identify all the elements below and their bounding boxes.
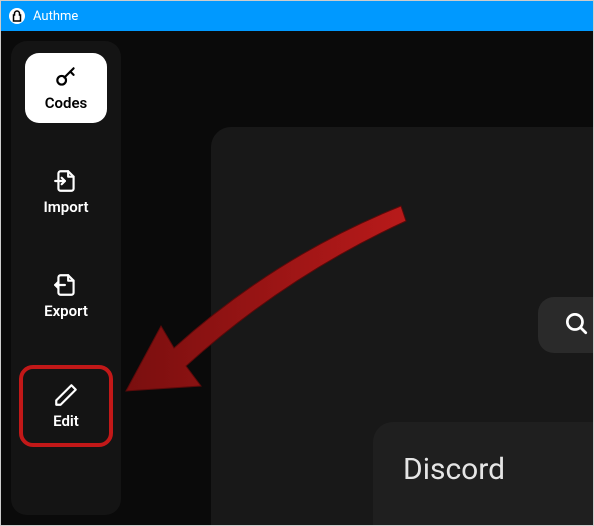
export-icon — [53, 272, 79, 298]
sidebar-item-edit[interactable]: Edit — [25, 371, 107, 441]
sidebar-item-codes[interactable]: Codes — [25, 53, 107, 123]
sidebar-item-label: Codes — [45, 94, 88, 112]
account-card-title: Discord — [403, 452, 593, 487]
content-panel: Discord — [211, 127, 593, 525]
sidebar-item-label: Import — [43, 198, 88, 216]
sidebar: Codes Import — [11, 41, 121, 515]
titlebar[interactable]: Authme — [1, 1, 593, 31]
sidebar-item-label: Export — [44, 302, 88, 320]
app-title: Authme — [33, 9, 78, 24]
edit-highlight-box: Edit — [19, 365, 113, 447]
pencil-icon — [53, 382, 79, 408]
main-area: Discord — [121, 31, 593, 525]
key-icon — [53, 64, 79, 90]
account-card-discord[interactable]: Discord — [373, 422, 593, 525]
app-window: Authme Codes — [0, 0, 594, 526]
app-icon — [9, 8, 25, 24]
sidebar-item-import[interactable]: Import — [25, 157, 107, 227]
search-button[interactable] — [538, 297, 593, 353]
search-icon — [563, 310, 589, 340]
import-icon — [53, 168, 79, 194]
sidebar-item-label: Edit — [53, 412, 79, 430]
app-body: Codes Import — [1, 31, 593, 525]
sidebar-item-export[interactable]: Export — [25, 261, 107, 331]
